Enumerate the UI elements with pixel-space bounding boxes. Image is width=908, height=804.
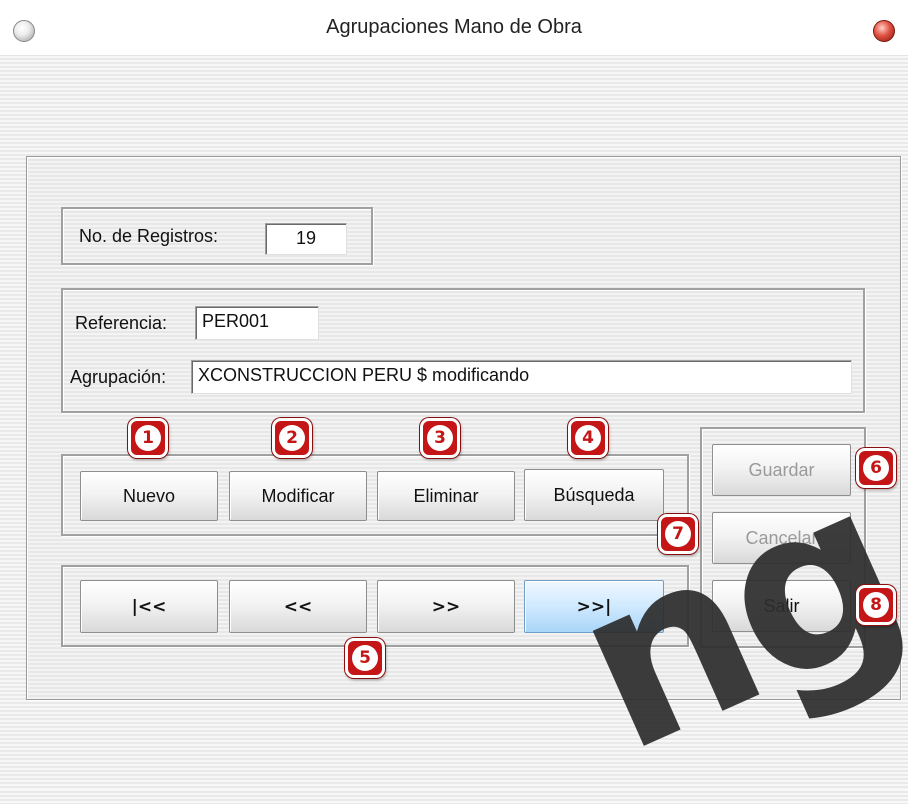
salir-button[interactable]: Salir bbox=[712, 580, 851, 632]
referencia-field[interactable]: PER001 bbox=[195, 306, 319, 340]
badge-3: 3 bbox=[420, 418, 460, 458]
modificar-button[interactable]: Modificar bbox=[229, 471, 367, 521]
last-record-button[interactable]: >>| bbox=[524, 580, 664, 633]
record-form-group bbox=[61, 288, 865, 413]
records-count-field: 19 bbox=[265, 223, 347, 255]
nuevo-button[interactable]: Nuevo bbox=[80, 471, 218, 521]
first-record-button[interactable]: |<< bbox=[80, 580, 218, 633]
close-window-button[interactable] bbox=[873, 20, 895, 42]
badge-7: 7 bbox=[658, 514, 698, 554]
agrupacion-field[interactable]: XCONSTRUCCION PERU $ modificando bbox=[191, 360, 852, 394]
records-count-label: No. de Registros: bbox=[79, 226, 219, 246]
agrupacion-label: Agrupación: bbox=[70, 367, 167, 387]
guardar-button[interactable]: Guardar bbox=[712, 444, 851, 496]
eliminar-button[interactable]: Eliminar bbox=[377, 471, 515, 521]
window-title: Agrupaciones Mano de Obra bbox=[326, 16, 582, 38]
referencia-label: Referencia: bbox=[75, 313, 168, 333]
cancelar-button[interactable]: Cancelar bbox=[712, 512, 851, 564]
previous-record-button[interactable]: << bbox=[229, 580, 367, 633]
badge-6: 6 bbox=[856, 448, 896, 488]
badge-5: 5 bbox=[345, 638, 385, 678]
badge-1: 1 bbox=[128, 418, 168, 458]
busqueda-button[interactable]: Búsqueda bbox=[524, 469, 664, 521]
badge-8: 8 bbox=[856, 585, 896, 625]
badge-2: 2 bbox=[272, 418, 312, 458]
badge-4: 4 bbox=[568, 418, 608, 458]
next-record-button[interactable]: >> bbox=[377, 580, 515, 633]
